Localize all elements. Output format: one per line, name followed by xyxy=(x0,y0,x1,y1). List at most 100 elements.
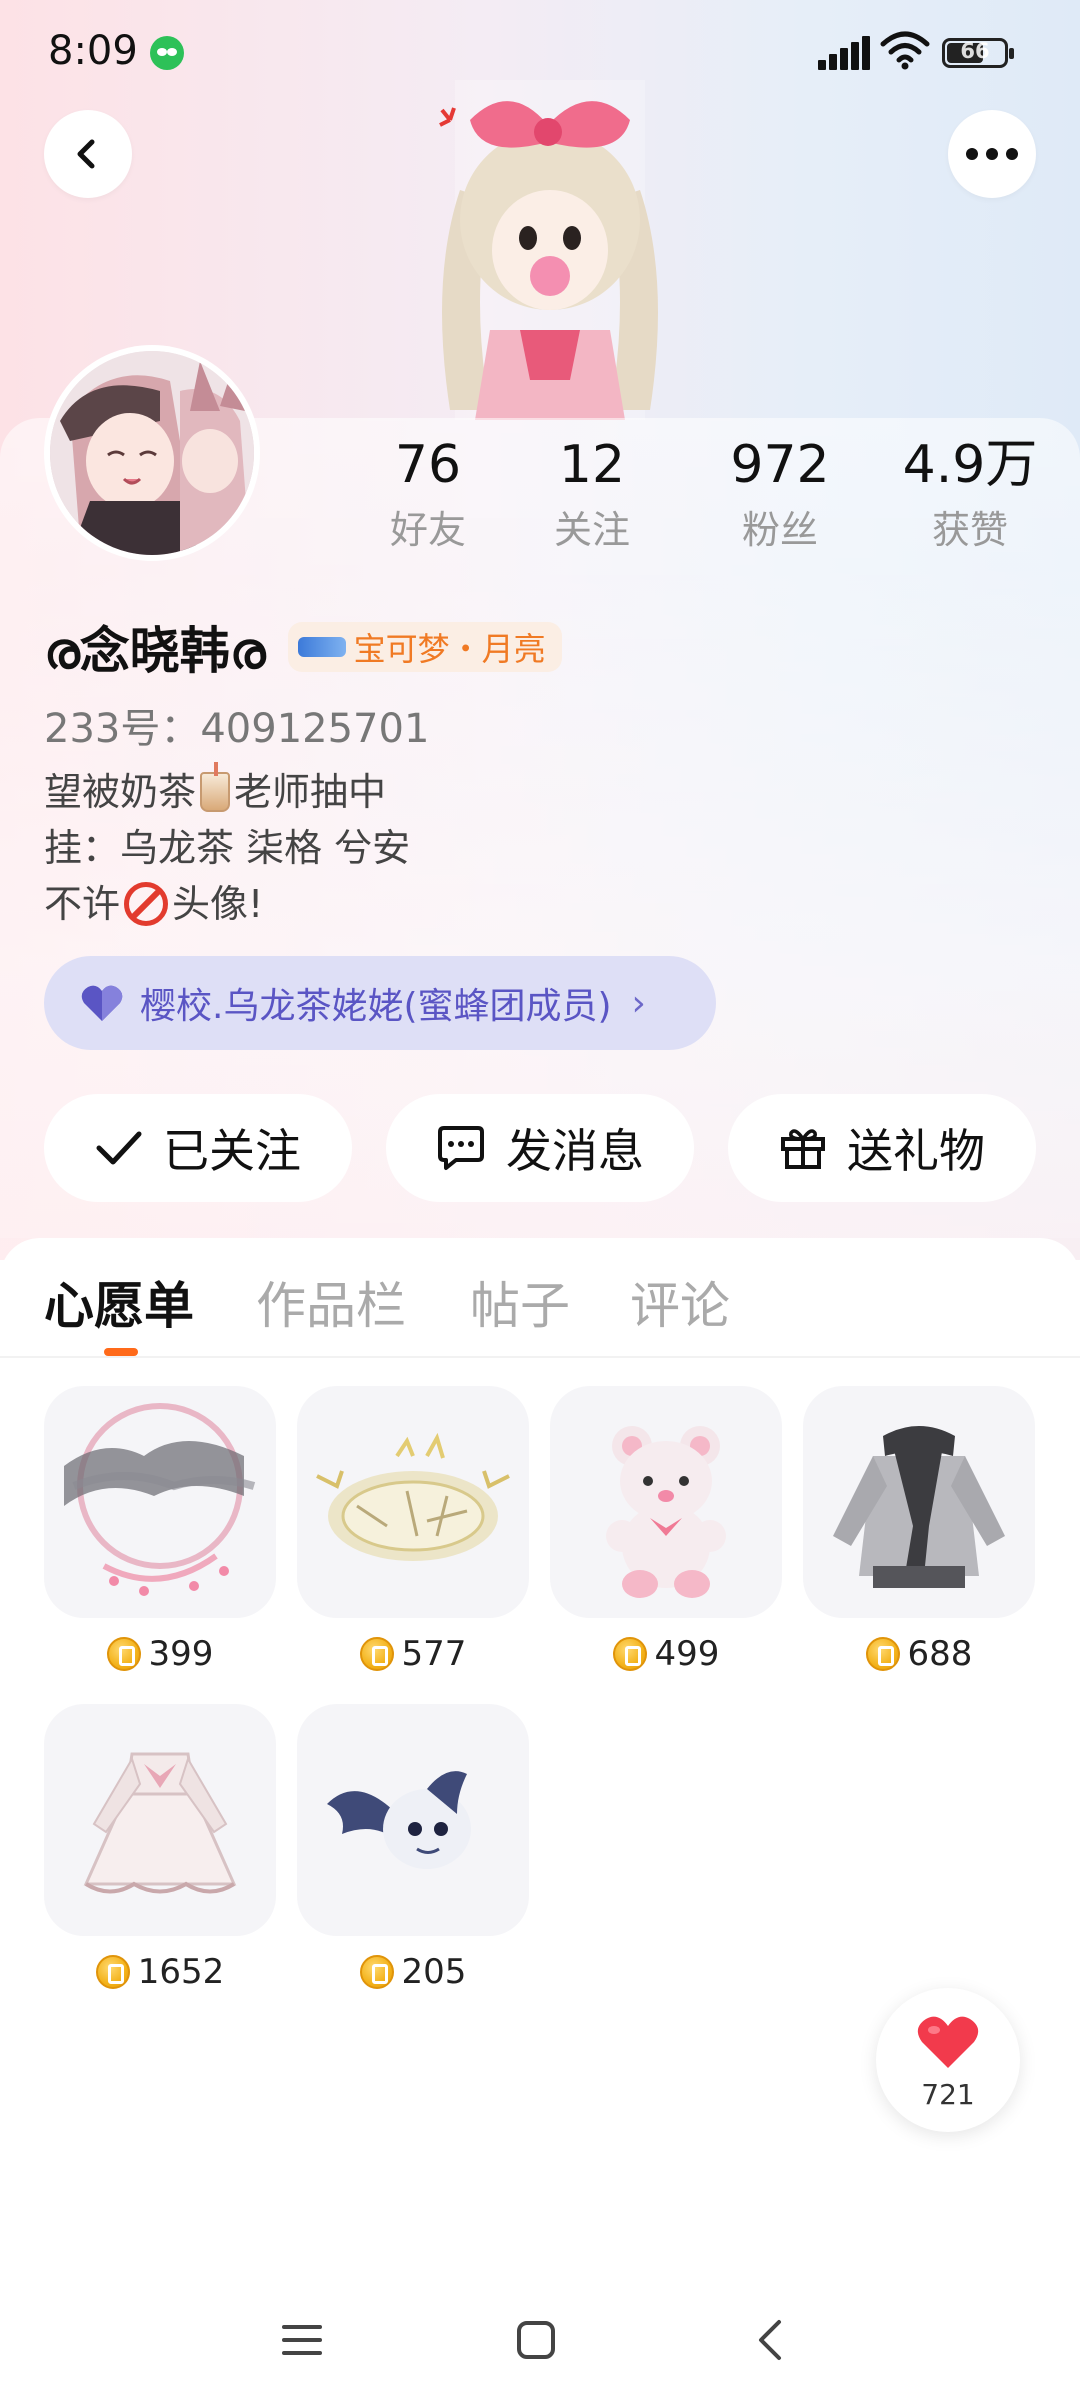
bio-line: 不许 头像! xyxy=(44,876,410,932)
nav-home-button[interactable] xyxy=(506,2310,566,2370)
status-bar: 8:09 66 xyxy=(0,0,1080,110)
prohibited-icon xyxy=(124,882,169,926)
wishlist-item-image xyxy=(297,1386,529,1618)
more-options-button[interactable] xyxy=(948,110,1036,198)
followed-button[interactable]: 已关注 xyxy=(44,1094,352,1202)
price-row: 688 xyxy=(803,1634,1035,1674)
item-price: 205 xyxy=(401,1952,467,1992)
pink-teddy-bear-image xyxy=(606,1426,726,1598)
active-tab-indicator xyxy=(104,1348,138,1356)
bubble-tea-icon xyxy=(200,762,231,812)
chat-bubble-icon xyxy=(438,1126,484,1170)
wishlist-item-image xyxy=(803,1386,1035,1618)
avatar-art xyxy=(50,351,254,555)
profile-actions: 已关注 发消息 送礼物 xyxy=(44,1094,1036,1202)
check-icon xyxy=(96,1131,142,1165)
wishlist-item[interactable]: 688 xyxy=(803,1386,1035,1696)
content-section: 心愿单 作品栏 帖子 评论 399 577 499 688 1652 205 xyxy=(0,1238,1080,2400)
menu-icon xyxy=(282,2325,322,2355)
tab-comments[interactable]: 评论 xyxy=(630,1266,730,1338)
back-button[interactable] xyxy=(44,110,132,198)
user-id: 233号：409125701 xyxy=(44,706,430,752)
wishlist-item[interactable]: 577 xyxy=(297,1386,529,1696)
chevron-right-icon: › xyxy=(631,982,646,1024)
profile-tabs: 心愿单 作品栏 帖子 评论 xyxy=(0,1266,1080,1356)
wishlist-item[interactable]: 499 xyxy=(550,1386,782,1696)
more-dots-icon xyxy=(966,148,1018,160)
tab-wishlist[interactable]: 心愿单 xyxy=(44,1266,194,1338)
bat-pet-image xyxy=(327,1771,471,1869)
stat-value: 76 xyxy=(394,435,462,495)
guild-link[interactable]: 樱校.乌龙茶姥姥(蜜蜂团成员) › xyxy=(44,956,716,1050)
item-price: 688 xyxy=(907,1634,973,1674)
price-row: 577 xyxy=(297,1634,529,1674)
username: ര念晓韩ര xyxy=(44,622,266,680)
stat-label: 获赞 xyxy=(931,508,1008,552)
name-row: ര念晓韩ര 宝可梦・月亮 xyxy=(44,612,562,682)
gift-icon xyxy=(781,1129,825,1169)
nav-back-button[interactable] xyxy=(740,2310,800,2370)
item-price: 1652 xyxy=(137,1952,225,1992)
battery-icon: 66 xyxy=(942,38,1014,68)
price-row: 399 xyxy=(44,1634,276,1674)
golden-crown-accessory-image xyxy=(316,1432,510,1561)
profile-stats: 76 好友 12 关注 972 粉丝 4.9万 获赞 xyxy=(330,430,1060,570)
character-avatar-illustration xyxy=(439,80,658,420)
wishlist-item[interactable]: 399 xyxy=(44,1386,276,1696)
coin-icon xyxy=(612,1637,647,1671)
wishlist-item-image xyxy=(297,1704,529,1936)
tab-posts[interactable]: 帖子 xyxy=(470,1266,570,1338)
stat-value: 972 xyxy=(730,435,830,495)
tab-works[interactable]: 作品栏 xyxy=(256,1266,406,1338)
chevron-left-icon xyxy=(77,139,95,169)
price-row: 205 xyxy=(297,1952,529,1992)
bio-text: 老师抽中 xyxy=(234,770,387,814)
bio-line: 望被奶茶 老师抽中 xyxy=(44,762,410,820)
wishlist-item[interactable]: 205 xyxy=(297,1704,529,2014)
action-label: 已关注 xyxy=(163,1124,301,1178)
price-row: 1652 xyxy=(44,1952,276,1992)
ink-halo-accessory-image xyxy=(64,1403,256,1596)
send-message-button[interactable]: 发消息 xyxy=(386,1094,694,1202)
stat-likes[interactable]: 4.9万 获赞 xyxy=(890,430,1050,560)
heart-like-icon xyxy=(917,2016,979,2068)
bio-text: 望被奶茶 xyxy=(44,770,197,814)
profile-bio: 望被奶茶 老师抽中 挂：乌龙茶 柒格 兮安 不许 头像! xyxy=(44,762,410,932)
square-home-icon xyxy=(517,2321,555,2359)
profile-avatar[interactable] xyxy=(44,345,260,561)
stat-value: 12 xyxy=(558,435,626,495)
stat-label: 好友 xyxy=(389,508,466,552)
bio-text: 不许 xyxy=(44,882,121,926)
action-label: 送礼物 xyxy=(847,1124,985,1178)
game-badge[interactable]: 宝可梦・月亮 xyxy=(287,622,562,672)
wifi-icon xyxy=(880,31,930,70)
send-gift-button[interactable]: 送礼物 xyxy=(728,1094,1036,1202)
price-row: 499 xyxy=(550,1634,782,1674)
stat-followers[interactable]: 972 粉丝 xyxy=(700,430,860,560)
wechat-notification-icon xyxy=(150,36,184,70)
signal-icon xyxy=(818,36,870,70)
wishlist-item-image xyxy=(44,1704,276,1936)
tab-divider xyxy=(0,1356,1080,1358)
bio-line: 挂：乌龙茶 柒格 兮安 xyxy=(44,820,410,876)
item-price: 399 xyxy=(148,1634,214,1674)
avatar-image xyxy=(50,351,254,555)
wishlist-item[interactable]: 1652 xyxy=(44,1704,276,2014)
white-lolita-dress-image xyxy=(83,1752,237,1894)
guild-label: 樱校.乌龙茶姥姥(蜜蜂团成员) xyxy=(140,986,612,1027)
stat-following[interactable]: 12 关注 xyxy=(512,430,672,560)
stat-value: 4.9万 xyxy=(902,435,1038,495)
coin-icon xyxy=(95,1955,130,1989)
back-triangle-icon xyxy=(759,2320,781,2360)
nav-recents-button[interactable] xyxy=(272,2310,332,2370)
battery-percent: 66 xyxy=(960,39,990,63)
coin-icon xyxy=(865,1637,900,1671)
action-label: 发消息 xyxy=(506,1124,644,1178)
wishlist-item-image xyxy=(44,1386,276,1618)
coin-icon xyxy=(106,1637,141,1671)
game-logo-icon xyxy=(297,637,346,657)
status-time: 8:09 xyxy=(48,28,138,74)
like-button[interactable]: 721 xyxy=(876,1988,1020,2132)
stat-friends[interactable]: 76 好友 xyxy=(348,430,508,560)
heart-icon xyxy=(81,985,123,1021)
